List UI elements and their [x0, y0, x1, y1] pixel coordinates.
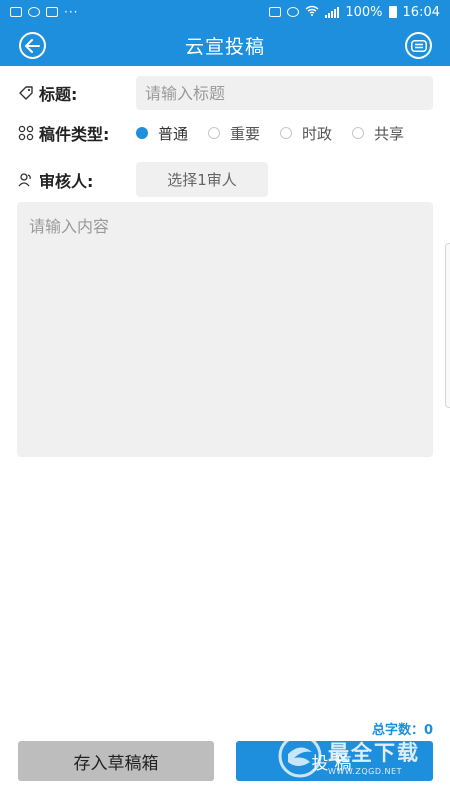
content-textarea[interactable] — [17, 202, 433, 457]
type-radio-shared[interactable]: 共享 — [352, 123, 404, 144]
side-drawer-handle[interactable] — [445, 243, 450, 408]
radio-dot — [208, 127, 221, 139]
save-draft-button[interactable]: 存入草稿箱 — [18, 741, 214, 781]
category-grid-icon — [17, 124, 35, 142]
back-arrow-icon — [25, 38, 40, 53]
type-radio-politics[interactable]: 时政 — [280, 123, 332, 144]
type-row: 稿件类型: 普通 重要 时政 共享 — [0, 118, 450, 148]
title-label-group: 标题: — [0, 81, 77, 105]
page-title: 云宣投稿 — [184, 35, 265, 58]
reviewer-row: 审核人: 选择1审人 — [0, 162, 450, 197]
title-row: 标题: — [0, 76, 450, 110]
title-label: 标题: — [39, 85, 78, 104]
radio-label: 普通 — [158, 124, 189, 143]
wifi-icon — [305, 5, 319, 20]
gallery-icon — [10, 7, 22, 17]
type-radio-normal[interactable]: 普通 — [136, 123, 188, 144]
chat-menu-icon — [410, 39, 427, 52]
type-label: 稿件类型: — [39, 125, 110, 144]
battery-level: 100% — [345, 4, 383, 20]
user-group-icon — [17, 171, 35, 189]
reviewer-label: 审核人: — [39, 171, 94, 191]
radio-dot — [352, 127, 365, 139]
word-count: 总字数：0 — [371, 723, 433, 738]
radio-dot — [280, 127, 293, 139]
radio-dot — [136, 127, 148, 139]
radio-label: 重要 — [230, 124, 261, 143]
missed-call-icon — [28, 7, 40, 17]
signal-icon — [325, 6, 340, 18]
status-right: 100% 16:04 — [269, 5, 440, 20]
app-screen: ··· 100% 16:04 云宣投稿 标题: 请输入标题 稿件类型: 普通 重… — [0, 0, 450, 800]
back-button[interactable] — [19, 32, 46, 59]
submit-button[interactable]: 投稿 — [236, 741, 433, 781]
type-radio-important[interactable]: 重要 — [208, 123, 260, 144]
title-input[interactable] — [136, 76, 433, 110]
battery-icon — [388, 6, 397, 18]
menu-button[interactable] — [405, 32, 432, 59]
reviewer-label-group: 审核人: — [0, 168, 93, 192]
select-reviewer-button[interactable]: 选择1审人 — [136, 162, 268, 197]
type-label-group: 稿件类型: — [0, 121, 109, 145]
type-radio-group: 普通 重要 时政 共享 — [136, 118, 404, 148]
tag-icon — [17, 84, 35, 102]
more-notifications: ··· — [64, 5, 79, 19]
title-bar: 云宣投稿 — [0, 24, 450, 66]
notification-icon — [46, 7, 58, 17]
nfc-icon — [269, 7, 282, 17]
status-bar: ··· 100% 16:04 — [0, 0, 450, 24]
radio-label: 共享 — [374, 124, 405, 143]
clock: 16:04 — [402, 4, 440, 20]
radio-label: 时政 — [302, 124, 333, 143]
status-left: ··· — [10, 5, 78, 19]
alarm-icon — [287, 7, 300, 17]
